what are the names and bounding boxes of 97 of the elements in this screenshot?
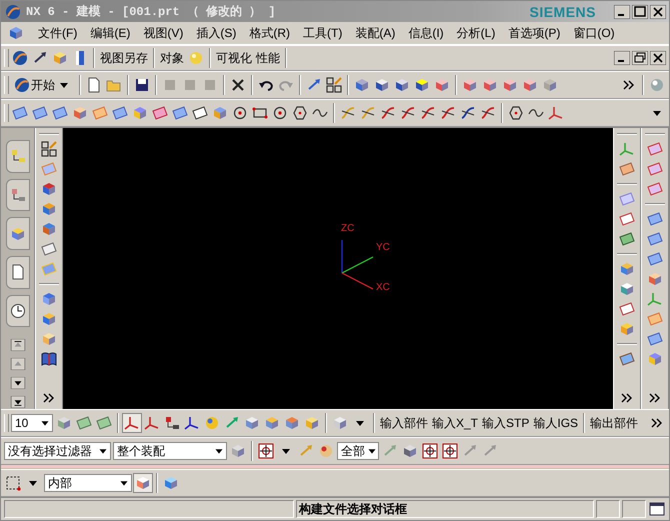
cube-icon[interactable] [618, 280, 636, 298]
cube-icon[interactable] [40, 180, 58, 198]
axes-icon[interactable] [123, 414, 141, 432]
hexagon-icon[interactable] [507, 104, 525, 122]
axes-icon[interactable] [183, 414, 201, 432]
cube-icon[interactable] [353, 76, 371, 94]
menu-item[interactable]: 分析(L) [456, 24, 496, 42]
curve-icon[interactable] [379, 104, 397, 122]
curve-icon[interactable] [419, 104, 437, 122]
toolbar-button[interactable]: 输入X_T [431, 414, 480, 432]
clock-icon[interactable] [8, 302, 26, 320]
toolbar-button[interactable]: 视图另存 [99, 50, 149, 66]
sphere-icon[interactable] [203, 414, 221, 432]
axes-icon[interactable] [143, 414, 161, 432]
menu-item[interactable]: 装配(A) [355, 24, 396, 42]
toolbar-button[interactable]: 输人IGS [532, 414, 580, 432]
toolbar-button[interactable]: 输出部件 [589, 414, 640, 432]
selection-mode-select[interactable]: 内部 [44, 474, 132, 492]
maximize-button[interactable] [632, 4, 648, 18]
scroll-up-button[interactable] [10, 339, 26, 352]
cube-icon[interactable] [401, 442, 419, 460]
coordinate-axes-drawing [341, 239, 374, 290]
curve-icon[interactable] [339, 104, 357, 122]
cube-icon[interactable] [40, 200, 58, 218]
cube-icon[interactable] [134, 474, 152, 492]
surface-icon[interactable] [618, 300, 636, 318]
curve-icon[interactable] [399, 104, 417, 122]
cube-icon[interactable] [40, 290, 58, 308]
menu-item[interactable]: 文件(F) [38, 24, 78, 42]
app-logo-icon[interactable] [4, 2, 22, 20]
book-icon[interactable] [40, 350, 58, 368]
app-logo-icon[interactable] [13, 76, 31, 94]
menu-item[interactable]: 格式(R) [249, 24, 290, 42]
axis-label: ZC [341, 223, 354, 234]
cube-icon[interactable] [71, 104, 89, 122]
axis-label: XC [376, 282, 390, 293]
close-button[interactable] [650, 51, 666, 65]
cube-icon[interactable] [373, 76, 391, 94]
app-logo-icon[interactable] [11, 49, 29, 67]
selection-box-icon[interactable] [4, 474, 22, 492]
restore-button[interactable] [632, 51, 648, 65]
toolbar-button[interactable]: 性能 [255, 50, 281, 66]
start-button[interactable]: 开始 [11, 74, 75, 96]
surface-icon[interactable] [191, 104, 209, 122]
cube-icon[interactable] [243, 414, 261, 432]
menu-item[interactable]: 首选项(P) [508, 24, 560, 42]
curve-icon[interactable] [459, 104, 477, 122]
menu-item[interactable]: 工具(T) [303, 24, 342, 42]
hexagon-icon[interactable] [291, 104, 309, 122]
resource-tab[interactable] [6, 294, 30, 328]
resource-tab[interactable] [6, 256, 30, 289]
menu-item[interactable]: 窗口(O) [573, 24, 615, 42]
tree-icon[interactable] [163, 414, 181, 432]
menu-item[interactable]: 插入(S) [196, 24, 236, 42]
menu-item[interactable]: 信息(I) [408, 24, 444, 42]
cube-icon[interactable] [646, 270, 664, 288]
circle-icon[interactable] [231, 104, 249, 122]
scroll-down-button[interactable] [10, 377, 26, 390]
sphere-icon[interactable] [317, 442, 335, 460]
target-icon[interactable] [257, 442, 275, 460]
minimize-button[interactable] [614, 4, 630, 18]
assembly-scope-select[interactable]: 整个装配 [113, 442, 227, 460]
cube-icon[interactable] [393, 76, 411, 94]
toolbar-button[interactable]: 输入STP [481, 414, 530, 432]
circle-icon[interactable] [271, 104, 289, 122]
status-message: 构建文件选择对话框 [296, 500, 594, 518]
layer-select[interactable]: 10 [11, 414, 53, 432]
grid-icon[interactable] [40, 140, 58, 158]
snap-select[interactable]: 全部 [337, 442, 379, 460]
cube-icon[interactable] [40, 310, 58, 328]
minimize-button[interactable] [614, 51, 630, 65]
brand-logo: SIEMENS [529, 4, 596, 20]
menu-item[interactable]: 编辑(E) [90, 24, 130, 42]
cube-icon[interactable] [7, 24, 25, 42]
curve-icon[interactable] [359, 104, 377, 122]
target-icon[interactable] [441, 442, 459, 460]
status-panel [622, 500, 646, 518]
toolbar-button[interactable]: 输入部件 [379, 414, 429, 432]
target-icon[interactable] [421, 442, 439, 460]
sphere-icon[interactable] [648, 76, 666, 94]
close-button[interactable] [650, 4, 666, 18]
toolbar-button[interactable]: 对象 [159, 50, 185, 66]
selection-filter-select[interactable]: 没有选择过滤器 [4, 442, 111, 460]
window-title: NX 6 - 建模 - [001.prt （ 修改的 ） ] [26, 4, 276, 20]
curve-icon[interactable] [479, 104, 497, 122]
curve-icon[interactable] [439, 104, 457, 122]
scroll-down-button[interactable] [10, 396, 26, 408]
save-icon[interactable] [133, 76, 151, 94]
graphics-window[interactable]: ZC YC XC [63, 128, 613, 409]
axis-label: YC [376, 242, 390, 253]
window-icon[interactable] [648, 500, 666, 518]
menu-item[interactable]: 视图(V) [143, 24, 184, 42]
status-panel [596, 500, 620, 518]
cube-icon[interactable] [303, 414, 321, 432]
cube-icon[interactable] [413, 76, 431, 94]
toolbar-button[interactable]: 可视化 [215, 50, 253, 66]
grid-icon[interactable] [325, 76, 343, 94]
